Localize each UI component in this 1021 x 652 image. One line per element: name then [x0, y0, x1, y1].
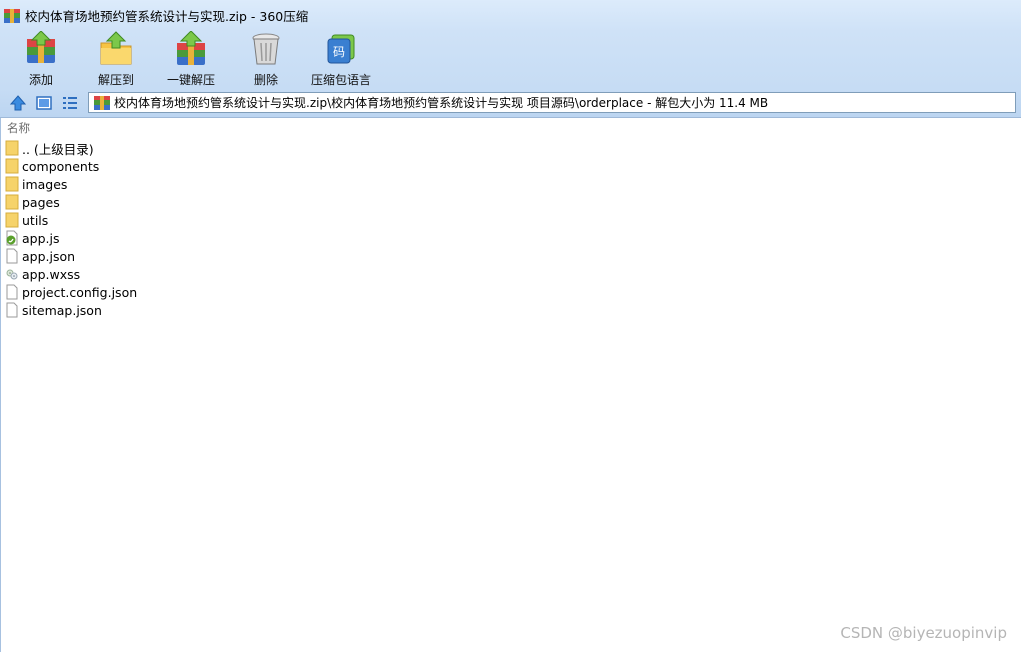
one-click-extract-button[interactable]: 一键解压	[166, 31, 216, 89]
file-name: components	[22, 158, 100, 174]
file-rows: .. (上级目录) components images pages utils	[1, 139, 137, 319]
view-mode-icon[interactable]	[35, 94, 53, 112]
archive-app-icon	[4, 8, 20, 23]
file-name: app.js	[22, 230, 60, 246]
list-item-parent-dir[interactable]: .. (上级目录)	[1, 139, 137, 157]
list-item[interactable]: images	[1, 175, 137, 193]
column-header: 名称	[1, 118, 1021, 138]
archive-language-icon: 码	[327, 34, 355, 64]
file-name: app.wxss	[22, 266, 81, 282]
address-bar: 校内体育场地预约管系统设计与实现.zip\校内体育场地预约管系统设计与实现 项目…	[0, 89, 1021, 118]
file-name: .. (上级目录)	[22, 141, 94, 157]
extract-to-button[interactable]: 解压到	[95, 31, 137, 89]
window-title: 校内体育场地预约管系统设计与实现.zip - 360压缩	[25, 9, 309, 24]
file-name: images	[22, 176, 68, 192]
add-button[interactable]: 添加	[22, 31, 60, 89]
list-item[interactable]: pages	[1, 193, 137, 211]
add-button-label: 添加	[28, 73, 53, 87]
extract-to-icon	[100, 31, 132, 65]
archive-window: 校内体育场地预约管系统设计与实现.zip - 360压缩 添加 解压到 一键解压…	[0, 0, 1021, 652]
list-item[interactable]: app.json	[1, 247, 137, 265]
archive-path-icon	[94, 95, 110, 110]
watermark-text: CSDN @biyezuopinvip	[840, 624, 1007, 642]
folder-icon	[5, 140, 19, 156]
file-name: pages	[22, 194, 60, 210]
list-item[interactable]: app.wxss	[1, 265, 137, 283]
file-list: 名称 .. (上级目录) components images pages uti…	[0, 118, 1021, 652]
extract-to-label: 解压到	[97, 73, 134, 87]
file-name: sitemap.json	[22, 302, 102, 318]
up-arrow-icon[interactable]	[9, 94, 27, 112]
delete-label: 删除	[253, 73, 278, 87]
file-name: project.config.json	[22, 284, 138, 300]
list-item[interactable]: app.js	[1, 229, 137, 247]
folder-icon	[5, 176, 19, 192]
address-field[interactable]: 校内体育场地预约管系统设计与实现.zip\校内体育场地预约管系统设计与实现 项目…	[88, 92, 1016, 113]
svg-text:码: 码	[333, 45, 345, 59]
add-archive-icon	[27, 31, 55, 63]
list-item[interactable]: project.config.json	[1, 283, 137, 301]
list-item[interactable]: sitemap.json	[1, 301, 137, 319]
file-icon	[6, 284, 18, 300]
wxss-file-icon	[6, 269, 18, 280]
delete-button[interactable]: 删除	[250, 31, 282, 89]
file-name: utils	[22, 212, 49, 228]
folder-icon	[5, 212, 19, 228]
folder-icon	[5, 158, 19, 174]
delete-trash-icon	[252, 33, 280, 65]
folder-icon	[5, 194, 19, 210]
archive-language-button[interactable]: 码 压缩包语言	[310, 31, 372, 89]
list-item[interactable]: utils	[1, 211, 137, 229]
column-name-header[interactable]: 名称	[7, 120, 30, 136]
js-file-icon	[6, 230, 18, 246]
one-click-extract-label: 一键解压	[166, 73, 215, 87]
list-view-icon[interactable]	[61, 94, 79, 112]
archive-language-label: 压缩包语言	[310, 73, 371, 87]
file-name: app.json	[22, 248, 76, 264]
file-icon	[6, 302, 18, 318]
one-click-extract-icon	[177, 31, 205, 65]
file-icon	[6, 248, 18, 264]
list-item[interactable]: components	[1, 157, 137, 175]
title-bar: 校内体育场地预约管系统设计与实现.zip - 360压缩	[0, 0, 1021, 31]
toolbar: 添加 解压到 一键解压 删除 码 压缩包语言	[0, 31, 1021, 89]
address-path: 校内体育场地预约管系统设计与实现.zip\校内体育场地预约管系统设计与实现 项目…	[114, 96, 769, 110]
